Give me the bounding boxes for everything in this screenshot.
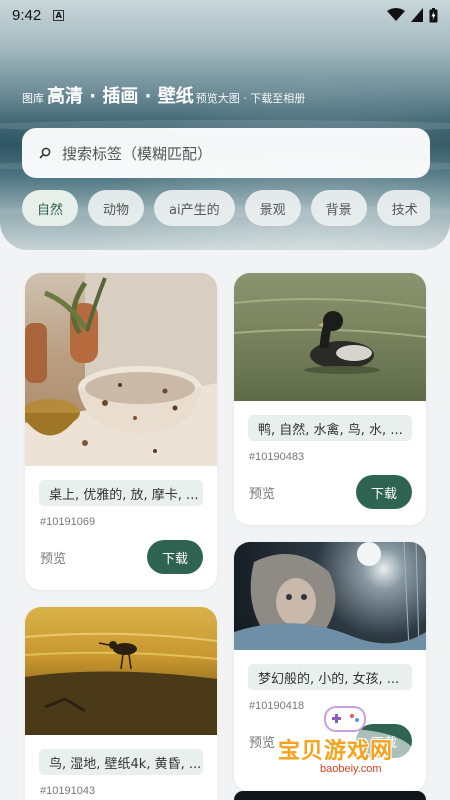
download-button[interactable]: 下载 bbox=[147, 540, 203, 574]
chip-technology[interactable]: 技术 bbox=[376, 190, 430, 226]
card-tags: 桌上, 优雅的, 放, 摩卡, ... bbox=[39, 480, 203, 506]
download-button[interactable]: 下载 bbox=[356, 475, 412, 509]
preview-link[interactable]: 预览 bbox=[249, 483, 275, 502]
image-card[interactable]: 桌上, 优雅的, 放, 摩卡, ... #10191069 预览 下载 bbox=[25, 273, 217, 590]
title-subtitle: 预览大图 · 下载至相册 bbox=[195, 92, 306, 105]
fantasy-girl-image bbox=[234, 542, 426, 650]
terrazzo-bowl-image bbox=[25, 273, 217, 466]
signal-icon bbox=[411, 8, 423, 22]
card-image[interactable] bbox=[234, 542, 426, 650]
card-id: #10190483 bbox=[249, 451, 305, 463]
chip-animals[interactable]: 动物 bbox=[88, 190, 145, 226]
watermark-url: baobeiy.com bbox=[320, 763, 382, 775]
wifi-icon bbox=[387, 8, 405, 21]
category-chips: 自然 动物 ai产生的 景观 背景 技术 bbox=[22, 190, 430, 228]
page-title: 图库 高清 · 插画 · 壁纸 预览大图 · 下载至相册 bbox=[22, 82, 305, 108]
card-tags: 鸭, 自然, 水禽, 鸟, 水, ... bbox=[248, 415, 412, 441]
preview-link[interactable]: 预览 bbox=[40, 548, 66, 567]
title-main: 高清 · 插画 · 壁纸 bbox=[47, 86, 194, 107]
image-card[interactable]: 鸭, 自然, 水禽, 鸟, 水, ... #10190483 预览 下载 bbox=[234, 273, 426, 525]
chip-nature[interactable]: 自然 bbox=[22, 190, 79, 226]
header-hero: 9:42 A 图库 高清 · 插画 · 壁纸 预览大图 · 下载至相册 搜索标签… bbox=[0, 0, 450, 250]
watermark-text: 宝贝游戏网 bbox=[278, 739, 394, 764]
image-card[interactable] bbox=[234, 791, 426, 800]
battery-icon bbox=[429, 7, 438, 22]
title-prefix: 图库 bbox=[22, 92, 44, 105]
search-input[interactable]: 搜索标签（模糊匹配） bbox=[22, 128, 430, 178]
card-image[interactable] bbox=[25, 273, 217, 466]
notification-icon: A bbox=[53, 9, 65, 21]
card-id: #10191069 bbox=[40, 516, 96, 528]
duck-on-water-image bbox=[234, 298, 426, 378]
chip-background[interactable]: 背景 bbox=[310, 190, 367, 226]
chip-ai-generated[interactable]: ai产生的 bbox=[154, 190, 235, 226]
card-id: #10191043 bbox=[40, 785, 96, 797]
card-actions: 预览 下载 bbox=[249, 475, 412, 509]
status-time: 9:42 bbox=[12, 6, 42, 24]
card-tags: 梦幻般的, 小的, 女孩, ... bbox=[248, 664, 412, 690]
chip-landscape[interactable]: 景观 bbox=[244, 190, 301, 226]
watermark-logo: 宝贝游戏网 baobeiy.com bbox=[270, 705, 420, 785]
search-icon bbox=[39, 147, 51, 159]
card-tags: 鸟, 湿地, 壁纸4k, 黄昏, ... bbox=[39, 749, 203, 775]
sandpiper-sunset-image bbox=[25, 632, 217, 735]
status-bar: 9:42 A bbox=[0, 0, 450, 30]
card-image[interactable] bbox=[234, 273, 426, 401]
card-image[interactable] bbox=[25, 607, 217, 735]
card-actions: 预览 下载 bbox=[40, 540, 203, 574]
search-placeholder: 搜索标签（模糊匹配） bbox=[62, 144, 213, 163]
image-card[interactable]: 鸟, 湿地, 壁纸4k, 黄昏, ... #10191043 bbox=[25, 607, 217, 800]
